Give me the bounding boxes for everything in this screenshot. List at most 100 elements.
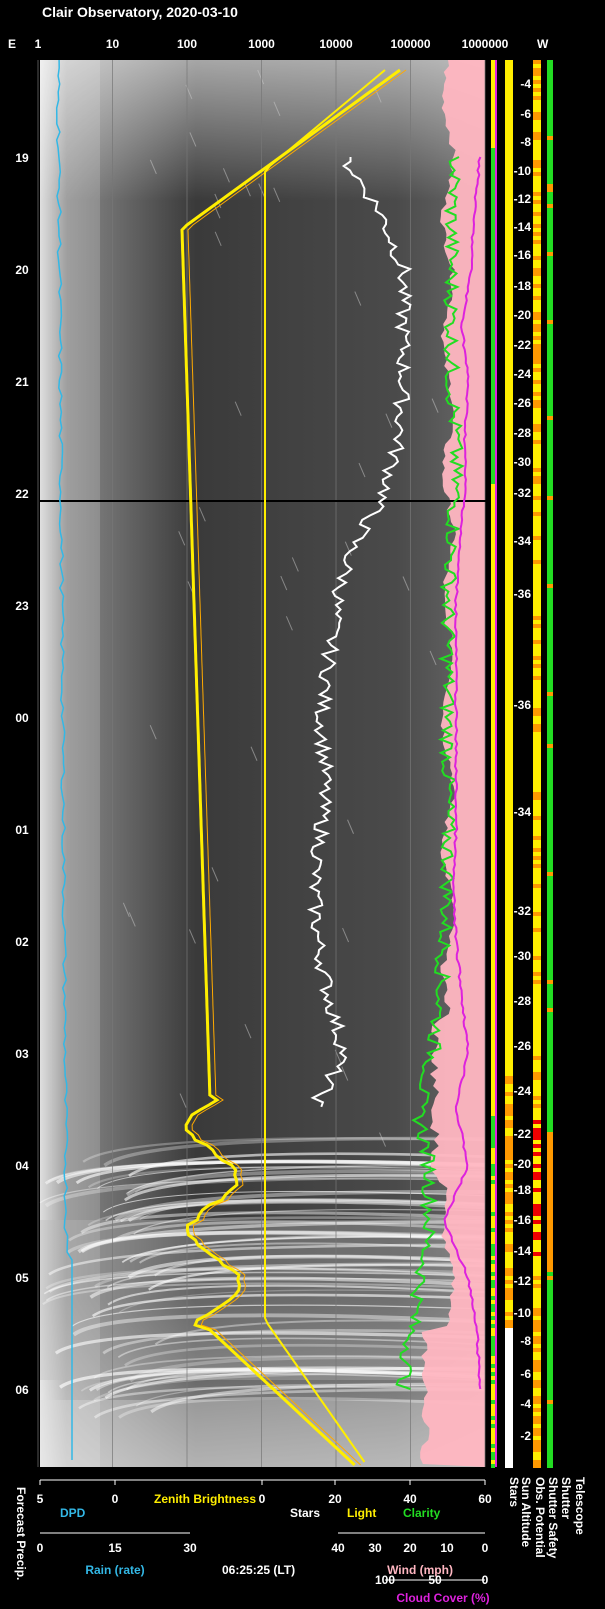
stars-cell: [491, 1432, 495, 1436]
obs-cell: [533, 1448, 541, 1452]
obs-cell: [533, 1048, 541, 1052]
sun-cell: [505, 180, 513, 184]
sun-tick-label: -14: [514, 220, 532, 234]
sun-tick-label: -34: [514, 805, 532, 819]
sun-cell: [505, 1312, 513, 1316]
stars-cell: [491, 728, 495, 732]
obs-cell: [533, 1360, 541, 1364]
shutter-cell: [547, 460, 553, 464]
stars-cell: [491, 1076, 495, 1080]
shutter-cell: [547, 1356, 553, 1360]
shutter-cell: [547, 1260, 553, 1264]
sun-cell: [505, 456, 513, 460]
obs-cell: [533, 1144, 541, 1148]
shutter-cell: [547, 852, 553, 856]
obs-cell: [533, 792, 541, 796]
obs-cell: [533, 292, 541, 296]
obs-cell: [533, 516, 541, 520]
shutter-cell: [547, 112, 553, 116]
shutter-cell: [547, 356, 553, 360]
shutter-cell: [547, 752, 553, 756]
shutter-cell: [547, 912, 553, 916]
shutter-cell: [547, 900, 553, 904]
stars-cell: [491, 116, 495, 120]
stars-cell: [491, 852, 495, 856]
sun-cell: [505, 324, 513, 328]
stars-cell: [491, 1216, 495, 1220]
shutter-cell: [547, 312, 553, 316]
shutter-cell: [547, 760, 553, 764]
shutter-cell: [547, 1304, 553, 1308]
sun-cell: [505, 688, 513, 692]
sun-cell: [505, 728, 513, 732]
west-label: W: [537, 37, 549, 51]
obs-cell: [533, 1008, 541, 1012]
obs-cell: [533, 628, 541, 632]
stars-cell: [491, 668, 495, 672]
timestamp: 06:25:25 (LT): [222, 1563, 295, 1577]
stars-cell: [491, 1020, 495, 1024]
obs-cell: [533, 768, 541, 772]
shutter-cell: [547, 136, 553, 140]
obs-cell: [533, 1004, 541, 1008]
stars-cell: [491, 664, 495, 668]
sun-cell: [505, 1416, 513, 1420]
shutter-cell: [547, 1228, 553, 1232]
sun-cell: [505, 1172, 513, 1176]
shutter-cell: [547, 620, 553, 624]
sun-tick-label: -8: [520, 135, 531, 149]
stars-cell: [491, 940, 495, 944]
obs-cell: [533, 968, 541, 972]
shutter-cell: [547, 552, 553, 556]
shutter-cell: [547, 500, 553, 504]
shutter-cell: [547, 264, 553, 268]
stars-cell: [491, 492, 495, 496]
stars-cell: [491, 1012, 495, 1016]
sun-cell: [505, 1080, 513, 1084]
stars-cell: [491, 936, 495, 940]
shutter-cell: [547, 1440, 553, 1444]
row1-tick-label: 20: [328, 1492, 342, 1506]
stars-cell: [491, 432, 495, 436]
sun-altitude-ticks: -4-6-8-10-12-14-16-18-20-22-24-26-28-30-…: [514, 77, 532, 1443]
stars-cell: [491, 868, 495, 872]
sun-cell: [505, 1388, 513, 1392]
stars-cell: [491, 144, 495, 148]
shutter-cell: [547, 1024, 553, 1028]
obs-cell: [533, 948, 541, 952]
shutter-cell: [547, 420, 553, 424]
sun-cell: [505, 1376, 513, 1380]
wind-tick-label: 10: [440, 1541, 454, 1555]
obs-cell: [533, 1252, 541, 1256]
sun-tick-label: -12: [514, 192, 532, 206]
obs-cell: [533, 1460, 541, 1464]
stars-cell: [491, 592, 495, 596]
stars-cell: [491, 1064, 495, 1068]
obs-cell: [533, 80, 541, 84]
stars-cell: [491, 260, 495, 264]
obs-cell: [533, 200, 541, 204]
shutter-cell: [547, 88, 553, 92]
sun-cell: [505, 344, 513, 348]
obs-cell: [533, 1176, 541, 1180]
obs-cell: [533, 208, 541, 212]
stars-cell: [491, 1428, 495, 1432]
sun-cell: [505, 332, 513, 336]
sun-cell: [505, 1056, 513, 1060]
shutter-cell: [547, 1232, 553, 1236]
shutter-cell: [547, 212, 553, 216]
shutter-cell: [547, 612, 553, 616]
shutter-cell: [547, 244, 553, 248]
sun-cell: [505, 936, 513, 940]
shutter-cell: [547, 864, 553, 868]
sun-cell: [505, 804, 513, 808]
shutter-cell: [547, 364, 553, 368]
sun-cell: [505, 744, 513, 748]
stars-cell: [491, 1220, 495, 1224]
obs-cell: [533, 1016, 541, 1020]
shutter-cell: [547, 488, 553, 492]
shutter-cell: [547, 792, 553, 796]
stars-cell: [491, 744, 495, 748]
stars-cell: [491, 1168, 495, 1172]
sun-cell: [505, 904, 513, 908]
